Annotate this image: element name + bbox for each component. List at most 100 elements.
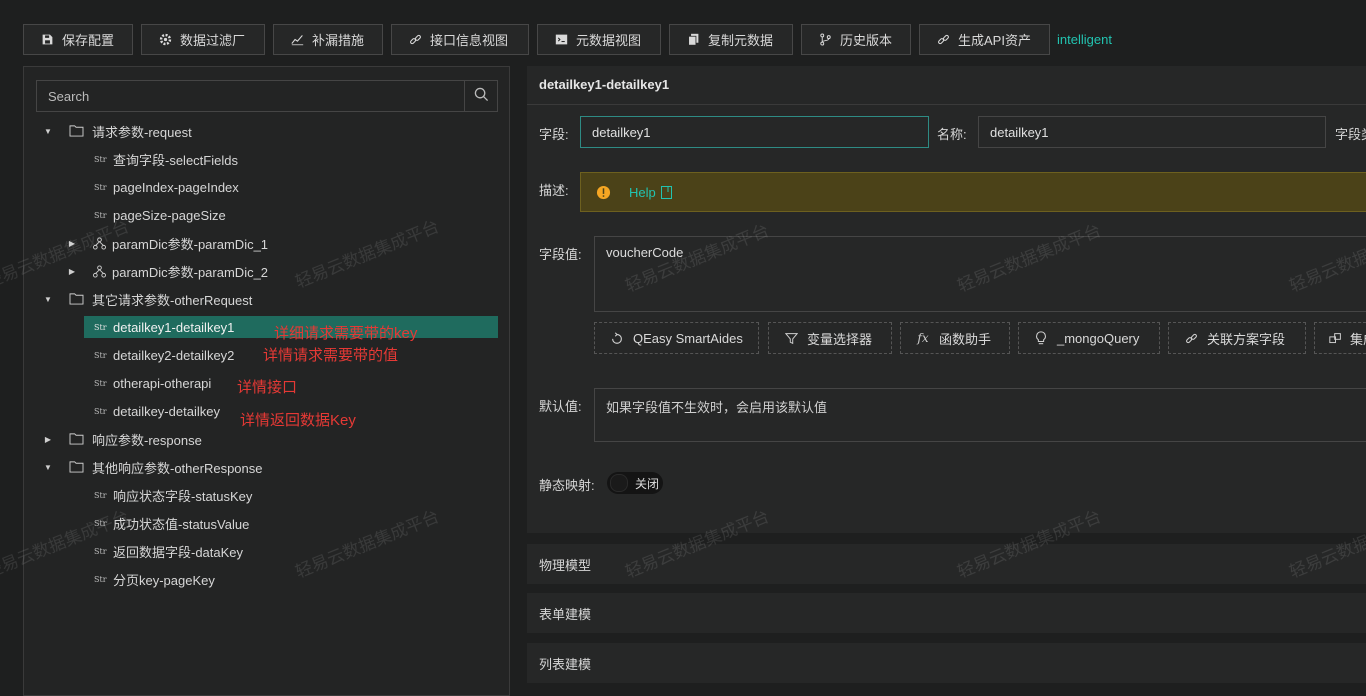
section-label: 列表建模 [539, 656, 592, 672]
link-icon [406, 33, 424, 47]
default-placeholder: 如果字段值不生效时，会启用该默认值 [606, 400, 828, 415]
name-input-value: detailkey1 [990, 124, 1049, 140]
search-input[interactable] [37, 81, 465, 111]
integration-label: 集成 [1350, 331, 1366, 347]
annotation-detail-api: 详情接口 [237, 379, 298, 396]
toggle-label: 关闭 [635, 476, 660, 491]
link-icon [934, 33, 952, 47]
remedy-label: 补漏措施 [312, 33, 365, 48]
gear-icon [156, 33, 174, 47]
function-helper-button[interactable]: fx 函数助手 [900, 322, 1010, 354]
copy-metadata-button[interactable]: 复制元数据 [669, 24, 793, 55]
tree-item-pageIndex[interactable]: Str pageIndex-pageIndex [94, 176, 239, 198]
tree-item-selectFields[interactable]: Str 查询字段-selectFields [94, 148, 238, 170]
tree-item-statusKey[interactable]: Str 响应状态字段-statusKey [94, 484, 252, 506]
section-label: 表单建模 [539, 606, 592, 622]
tree-item-label: 请求参数-request [92, 124, 192, 140]
tree-node-paramDic-1[interactable]: ▶ paramDic参数-paramDic_1 [67, 232, 268, 254]
tree-item-label: detailkey-detailkey [113, 403, 220, 419]
tree-folder-request[interactable]: ▼ 请求参数-request [40, 120, 192, 142]
tree-item-label: 响应状态字段-statusKey [113, 488, 253, 504]
group-icon [1329, 332, 1342, 345]
static-mapping-toggle[interactable]: 关闭 [607, 472, 663, 494]
tree-folder-response[interactable]: ▶ 响应参数-response [40, 428, 202, 450]
bulb-icon [1033, 331, 1049, 345]
metadata-view-button[interactable]: 元数据视图 [537, 24, 661, 55]
generate-api-asset-button[interactable]: 生成API资产 [919, 24, 1050, 55]
data-filter-button[interactable]: 数据过滤厂 [141, 24, 265, 55]
magic-icon [609, 331, 625, 345]
tree-item-label: 其它请求参数-otherRequest [92, 292, 253, 308]
smart-aides-button[interactable]: QEasy SmartAides [594, 322, 759, 354]
value-textarea[interactable]: voucherCode [594, 236, 1366, 312]
tree-item-statusValue[interactable]: Str 成功状态值-statusValue [94, 512, 249, 534]
node-tree-icon [93, 264, 107, 278]
book-icon[interactable] [660, 185, 672, 199]
function-icon: fx [917, 331, 929, 345]
annotation-detail-return-key: 详情返回数据Key [240, 412, 356, 429]
tree-node-paramDic-2[interactable]: ▶ paramDic参数-paramDic_2 [67, 260, 268, 282]
caret-down-icon[interactable]: ▼ [43, 126, 53, 136]
variable-selector-button[interactable]: 变量选择器 [768, 322, 892, 354]
tree-item-label: 返回数据字段-dataKey [113, 544, 244, 560]
section-list-modeling[interactable]: 列表建模 [527, 643, 1366, 683]
warning-icon [596, 185, 611, 200]
caret-down-icon[interactable]: ▼ [43, 294, 53, 304]
string-type-icon: Str [94, 322, 107, 332]
string-type-icon: Str [94, 378, 107, 388]
static-mapping-label: 静态映射: [539, 478, 595, 493]
copy-metadata-label: 复制元数据 [708, 33, 774, 48]
tree-item-label: detailkey2-detailkey2 [113, 347, 235, 363]
field-label: 字段: [539, 127, 569, 142]
string-type-icon: Str [94, 518, 107, 528]
folder-icon [69, 124, 85, 138]
section-physical-model[interactable]: 物理模型 [527, 544, 1366, 584]
field-input[interactable]: detailkey1 [580, 116, 929, 148]
string-type-icon: Str [94, 154, 107, 164]
description-label: 描述: [539, 183, 569, 198]
history-version-label: 历史版本 [840, 33, 893, 48]
tree-item-detailkey2[interactable]: Str detailkey2-detailkey2 [94, 344, 234, 366]
chart-line-icon [288, 33, 306, 47]
integration-button[interactable]: 集成 [1314, 322, 1366, 354]
folder-icon [69, 432, 85, 446]
section-form-modeling[interactable]: 表单建模 [527, 593, 1366, 633]
tree-item-pageSize[interactable]: Str pageSize-pageSize [94, 204, 226, 226]
name-input[interactable]: detailkey1 [978, 116, 1326, 148]
related-plan-field-button[interactable]: 关联方案字段 [1168, 322, 1306, 354]
mongo-query-label: _mongoQuery [1057, 330, 1140, 346]
history-version-button[interactable]: 历史版本 [801, 24, 911, 55]
terminal-icon [552, 33, 570, 47]
data-filter-label: 数据过滤厂 [180, 33, 246, 48]
tree-item-label: pageSize-pageSize [113, 207, 226, 223]
api-info-view-button[interactable]: 接口信息视图 [391, 24, 529, 55]
mongo-query-button[interactable]: _mongoQuery [1018, 322, 1160, 354]
link-icon [1183, 332, 1199, 345]
node-tree-icon [93, 236, 107, 250]
caret-right-icon[interactable]: ▶ [67, 266, 77, 276]
tree-item-label: otherapi-otherapi [113, 375, 212, 391]
help-link[interactable]: Help [629, 185, 656, 200]
tree-item-label: detailkey1-detailkey1 [113, 319, 235, 335]
search-icon [474, 87, 489, 105]
string-type-icon: Str [94, 350, 107, 360]
tree-item-detailkey[interactable]: Str detailkey-detailkey [94, 400, 220, 422]
detail-title: detailkey1-detailkey1 [539, 77, 670, 92]
tree-item-dataKey[interactable]: Str 返回数据字段-dataKey [94, 540, 243, 562]
default-textarea[interactable]: 如果字段值不生效时，会启用该默认值 [594, 388, 1366, 442]
default-label: 默认值: [539, 399, 582, 414]
string-type-icon: Str [94, 574, 107, 584]
copy-icon [684, 33, 702, 47]
remedy-button[interactable]: 补漏措施 [273, 24, 383, 55]
intelligent-link[interactable]: intelligent [1057, 32, 1112, 47]
caret-right-icon[interactable]: ▶ [43, 434, 53, 444]
tree-item-label: pageIndex-pageIndex [113, 179, 239, 195]
search-button[interactable] [464, 81, 497, 111]
caret-right-icon[interactable]: ▶ [67, 238, 77, 248]
tree-item-pageKey[interactable]: Str 分页key-pageKey [94, 568, 215, 590]
tree-folder-otherRequest[interactable]: ▼ 其它请求参数-otherRequest [40, 288, 252, 310]
tree-item-otherapi[interactable]: Str otherapi-otherapi [94, 372, 211, 394]
tree-folder-otherResponse[interactable]: ▼ 其他响应参数-otherResponse [40, 456, 262, 478]
save-config-button[interactable]: 保存配置 [23, 24, 133, 55]
caret-down-icon[interactable]: ▼ [43, 462, 53, 472]
